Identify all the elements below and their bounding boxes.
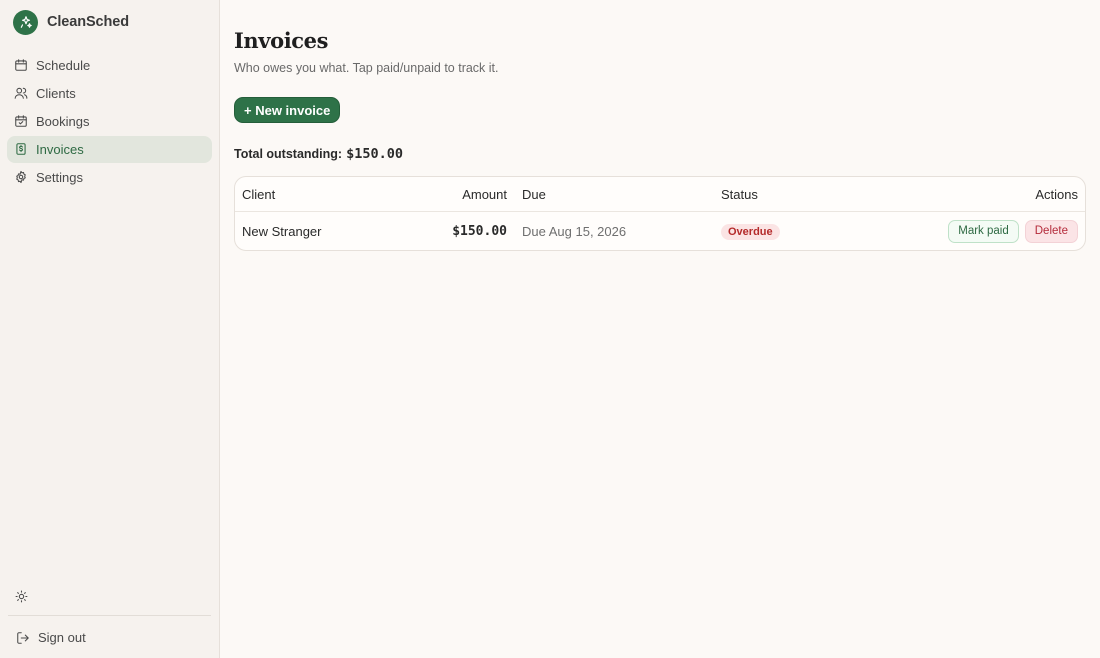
cell-due: Due Aug 15, 2026 [522, 223, 627, 239]
total-outstanding-label: Total outstanding: [234, 147, 343, 161]
header-client: Client [242, 186, 276, 202]
receipt-icon [16, 143, 26, 155]
table-row: New Stranger $150.00 Due Aug 15, 2026 Ov… [235, 212, 1085, 250]
main-nav: Schedule Clients Bookings Invoices Setti… [0, 51, 219, 191]
sidebar-item-clients[interactable]: Clients [7, 80, 212, 107]
page-title: Invoices [234, 28, 329, 53]
new-invoice-button[interactable]: + New invoice [234, 97, 341, 123]
sidebar-item-schedule[interactable]: Schedule [7, 52, 212, 79]
calendar-check-icon [15, 115, 27, 127]
sidebar-item-label: Schedule [36, 57, 91, 73]
sidebar-item-invoices[interactable]: Invoices [7, 135, 212, 163]
page-subtitle: Who owes you what. Tap paid/unpaid to tr… [234, 61, 499, 75]
total-outstanding-value: $150.00 [346, 146, 403, 162]
header-status: Status [721, 186, 758, 202]
app-name: CleanSched [47, 14, 129, 30]
gear-icon [16, 170, 26, 184]
sign-out-icon [17, 631, 29, 644]
main-content: Invoices Who owes you what. Tap paid/unp… [220, 0, 1100, 658]
header-amount: Amount [462, 186, 507, 202]
header-due: Due [522, 186, 546, 202]
sidebar-item-settings[interactable]: Settings [7, 164, 212, 191]
delete-button[interactable]: Delete [1024, 219, 1078, 243]
cell-client: New Stranger [242, 223, 322, 239]
brand[interactable]: CleanSched [0, 0, 219, 44]
sign-out-label: Sign out [38, 630, 86, 645]
sidebar-item-label: Invoices [36, 141, 84, 157]
sidebar-item-label: Clients [36, 85, 76, 101]
cell-amount: $150.00 [452, 223, 507, 239]
cell-status: Overdue [721, 223, 780, 240]
table-header: Client Amount Due Status Actions [235, 177, 1085, 212]
sign-out-button[interactable]: Sign out [16, 630, 86, 645]
total-outstanding: Total outstanding: $150.00 [234, 146, 1086, 162]
header-actions: Actions [1035, 186, 1078, 202]
users-icon [14, 87, 28, 99]
sidebar: CleanSched Schedule Clients Bookings Inv… [0, 0, 220, 658]
sparkle-logo-icon [13, 9, 38, 35]
sidebar-item-label: Settings [36, 169, 83, 185]
sidebar-item-label: Bookings [36, 113, 90, 129]
sidebar-item-bookings[interactable]: Bookings [7, 108, 212, 135]
sidebar-divider [8, 615, 211, 616]
status-badge: Overdue [721, 223, 780, 240]
cell-actions: Mark paid Delete [948, 219, 1078, 243]
mark-paid-button[interactable]: Mark paid [948, 219, 1019, 243]
theme-toggle[interactable] [14, 589, 28, 603]
calendar-icon [15, 59, 27, 71]
sun-icon [15, 590, 27, 602]
invoices-table: Client Amount Due Status Actions New Str… [234, 176, 1086, 251]
